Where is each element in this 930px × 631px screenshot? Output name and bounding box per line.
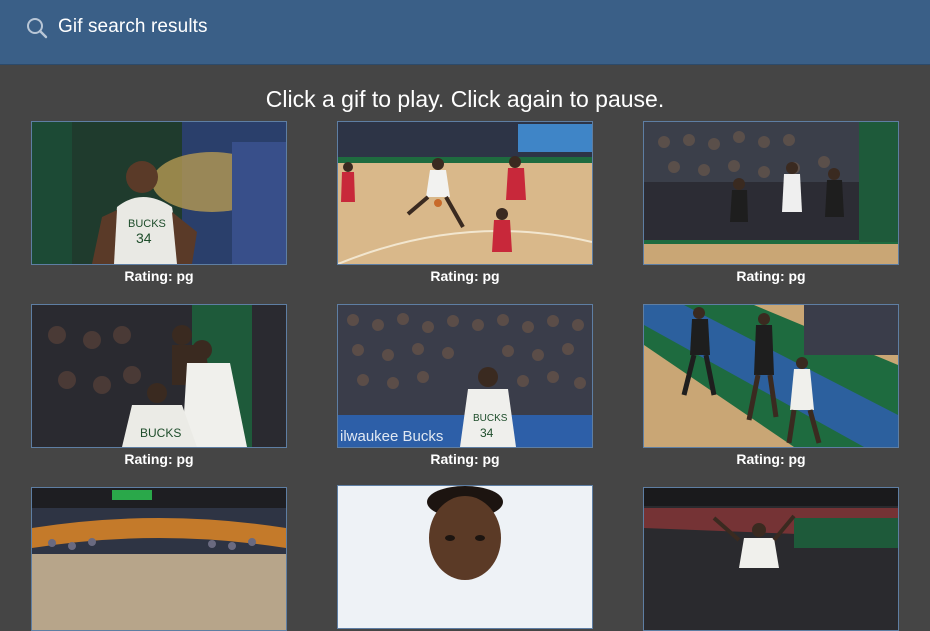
gif-card[interactable] [31,487,287,631]
gif-thumbnail[interactable] [643,304,899,448]
svg-text:34: 34 [480,426,494,440]
gif-thumbnail[interactable] [337,485,593,629]
gif-thumbnail[interactable]: BUCKS [31,304,287,448]
gif-thumbnail[interactable]: ilwaukee Bucks BUCKS 34 [337,304,593,448]
gif-card[interactable]: Rating: pg [643,121,899,284]
gif-thumbnail[interactable] [337,121,593,265]
svg-text:ilwaukee Bucks: ilwaukee Bucks [340,428,443,445]
svg-text:BUCKS: BUCKS [140,426,181,440]
gif-card[interactable] [643,487,899,631]
gif-rating: Rating: pg [430,268,500,284]
gif-rating: Rating: pg [124,451,194,467]
gif-thumbnail[interactable] [643,121,899,265]
gif-card[interactable]: Rating: pg [337,121,593,284]
gif-card[interactable]: BUCKS Rating: pg [31,304,287,467]
gif-thumbnail[interactable] [31,487,287,631]
gif-card[interactable] [337,485,593,629]
gif-rating: Rating: pg [430,451,500,467]
gif-card[interactable]: BUCKS 34 Rating: pg [31,121,287,284]
gif-rating: Rating: pg [736,451,806,467]
gif-thumbnail[interactable]: BUCKS 34 [31,121,287,265]
svg-text:34: 34 [136,230,152,246]
gif-card[interactable]: Rating: pg [643,304,899,467]
gif-rating: Rating: pg [736,268,806,284]
gif-rating: Rating: pg [124,268,194,284]
svg-text:BUCKS: BUCKS [473,413,508,424]
gif-card[interactable]: ilwaukee Bucks BUCKS 34 Rating: pg [337,304,593,467]
gif-thumbnail[interactable] [643,487,899,631]
gif-grid: BUCKS 34 Rating: pg Rating: pg Rating: p… [0,0,930,631]
svg-text:BUCKS: BUCKS [128,218,166,230]
